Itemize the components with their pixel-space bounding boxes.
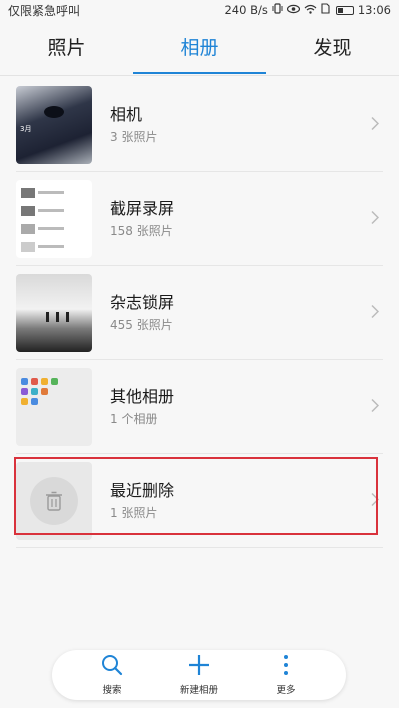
other-albums-thumbnail: [16, 367, 92, 446]
album-name: 其他相册: [110, 387, 175, 406]
search-icon: [101, 654, 123, 680]
album-row-camera[interactable]: 3月 相机 3 张照片: [16, 78, 383, 172]
album-count: 455 张照片: [110, 318, 173, 332]
album-count: 158 张照片: [110, 224, 173, 238]
trash-icon: [30, 476, 78, 525]
album-name: 截屏录屏: [110, 199, 175, 218]
recently-deleted-thumbnail: [16, 461, 92, 540]
clock: 13:06: [357, 3, 391, 17]
more-vertical-icon: [275, 654, 297, 680]
status-bar: 仅限紧急呼叫 240 B/s 13:06: [0, 0, 399, 20]
eye-icon: [286, 3, 300, 17]
chevron-right-icon: [371, 491, 380, 510]
sim-icon: [321, 3, 330, 17]
camera-thumbnail: 3月: [16, 85, 92, 164]
tab-discover[interactable]: 发现: [266, 20, 399, 76]
album-name: 相机: [110, 105, 143, 124]
chevron-right-icon: [371, 303, 380, 322]
bottom-action-bar: 搜索 新建相册 更多: [52, 650, 346, 700]
more-button[interactable]: 更多: [256, 654, 316, 696]
magazine-thumbnail: [16, 273, 92, 352]
album-count: 1 张照片: [110, 506, 158, 520]
chevron-right-icon: [371, 209, 380, 228]
search-button[interactable]: 搜索: [82, 654, 142, 696]
album-list: 3月 相机 3 张照片 截屏录屏 158 张照片 杂志锁屏 455 张照片 其他…: [16, 78, 383, 548]
carrier-text: 仅限紧急呼叫: [8, 3, 81, 18]
chevron-right-icon: [371, 115, 380, 134]
wifi-icon: [304, 3, 317, 17]
tab-photos[interactable]: 照片: [0, 20, 133, 76]
more-label: 更多: [276, 685, 296, 696]
tab-albums[interactable]: 相册: [133, 20, 266, 76]
battery-icon: [335, 5, 354, 15]
vibrate-icon: [272, 3, 283, 17]
album-count: 1 个相册: [110, 412, 158, 426]
net-speed: 240 B/s: [224, 3, 268, 17]
new-album-label: 新建相册: [179, 685, 218, 696]
new-album-button[interactable]: 新建相册: [169, 654, 229, 696]
album-row-recently-deleted[interactable]: 最近删除 1 张照片: [16, 454, 383, 548]
album-name: 最近删除: [110, 481, 175, 500]
album-name: 杂志锁屏: [110, 293, 175, 312]
plus-icon: [188, 654, 210, 680]
chevron-right-icon: [371, 397, 380, 416]
screenshot-thumbnail: [16, 179, 92, 258]
album-row-screenshots[interactable]: 截屏录屏 158 张照片: [16, 172, 383, 266]
album-row-other[interactable]: 其他相册 1 个相册: [16, 360, 383, 454]
album-count: 3 张照片: [110, 130, 158, 144]
album-row-magazine[interactable]: 杂志锁屏 455 张照片: [16, 266, 383, 360]
search-label: 搜索: [102, 685, 122, 696]
tab-bar: 照片 相册 发现: [0, 20, 399, 76]
